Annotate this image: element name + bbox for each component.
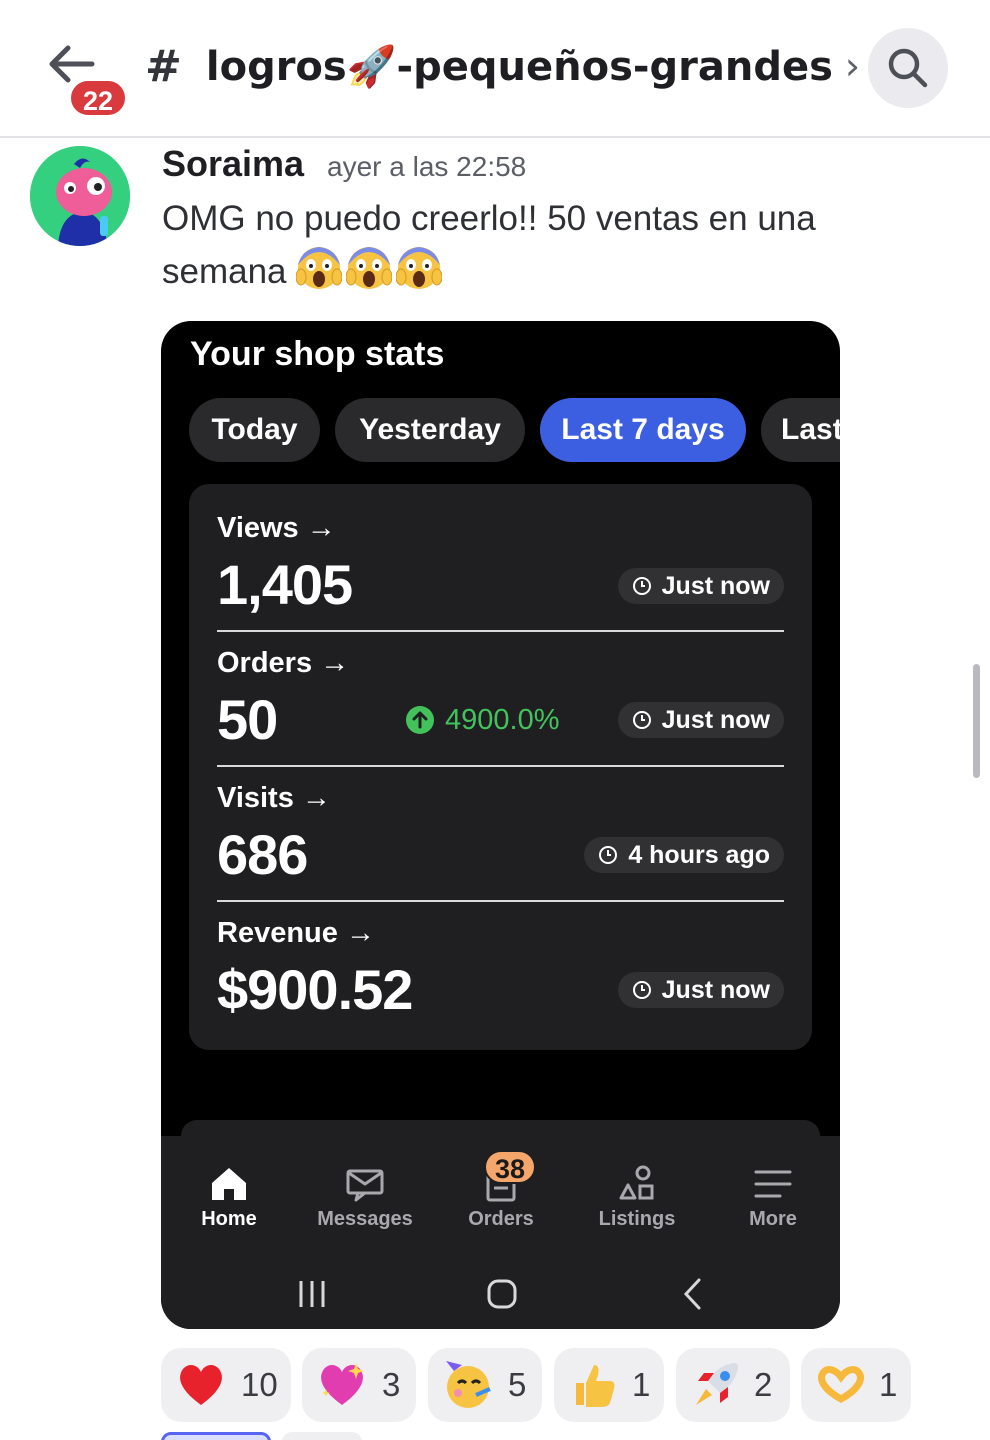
- visits-value: 686: [217, 823, 308, 886]
- author-avatar[interactable]: [30, 146, 130, 246]
- search-icon: [888, 48, 928, 88]
- add-reaction-peek[interactable]: [161, 1432, 271, 1440]
- recent-apps-icon: [299, 1281, 325, 1307]
- revenue-value: $900.52: [217, 958, 413, 1021]
- nav-home: Home: [161, 1136, 297, 1256]
- reaction-partying-face[interactable]: 5: [428, 1348, 542, 1422]
- sparkling-heart-icon: [321, 1363, 364, 1405]
- red-heart-icon: [180, 1365, 222, 1405]
- visits-updated-badge: 4 hours ago: [584, 837, 784, 873]
- avatar-illustration: [30, 146, 130, 246]
- home-icon: [212, 1168, 246, 1200]
- divider: [217, 900, 784, 902]
- reaction-heart-hands[interactable]: 1: [801, 1348, 911, 1422]
- nav-messages-label: Messages: [317, 1208, 413, 1230]
- views-updated-badge: Just now: [617, 568, 784, 604]
- nav-listings-label: Listings: [598, 1208, 676, 1230]
- channel-title[interactable]: # logros🚀-pequeños-grandes ›: [145, 36, 860, 96]
- revenue-updated-text: Just now: [661, 976, 770, 1004]
- nav-messages: Messages: [297, 1136, 433, 1256]
- orders-count-badge: 38: [484, 1150, 536, 1184]
- scream-emoji-icon: [396, 247, 443, 289]
- message-text: OMG no puedo creerlo!! 50 ventas en una …: [162, 192, 922, 298]
- orders-updated-badge: Just now: [617, 702, 784, 738]
- rocket-icon: [696, 1363, 738, 1405]
- reaction-count: 2: [754, 1366, 773, 1403]
- reaction-rocket[interactable]: 2: [676, 1348, 790, 1422]
- home-circle-icon: [487, 1279, 517, 1309]
- nav-orders-label: Orders: [468, 1208, 534, 1230]
- author-name[interactable]: Soraima: [162, 143, 304, 185]
- nav-home-label: Home: [201, 1208, 257, 1230]
- messages-icon: [346, 1169, 384, 1202]
- divider: [217, 765, 784, 767]
- search-button[interactable]: [868, 28, 948, 108]
- reaction-count: 5: [508, 1366, 527, 1403]
- divider: [217, 630, 784, 632]
- revenue-updated-badge: Just now: [617, 972, 784, 1008]
- visits-label: Visits →: [217, 782, 331, 814]
- app-bottom-nav: Home Messages Orders Listings More 38: [161, 1136, 840, 1263]
- views-label: Views →: [217, 512, 336, 544]
- revenue-label: Revenue →: [217, 917, 375, 949]
- stats-card: Views → 1,405 Just now Orders → 50 4900.…: [189, 484, 812, 1050]
- message-body: OMG no puedo creerlo!! 50 ventas en una …: [162, 199, 816, 291]
- orders-value: 50: [217, 688, 278, 751]
- shop-stats-title: Your shop stats: [190, 335, 445, 373]
- reaction-count: 1: [632, 1366, 651, 1403]
- reaction-red-heart[interactable]: 10: [161, 1348, 291, 1422]
- arrow-up-circle-icon: [406, 706, 434, 734]
- listings-icon: [619, 1165, 654, 1200]
- orders-change-text: 4900.0%: [445, 704, 560, 736]
- reaction-count: 3: [382, 1366, 401, 1403]
- message-timestamp: ayer a las 22:58: [327, 151, 527, 182]
- reaction-count: 1: [879, 1366, 898, 1403]
- channel-name: logros🚀-pequeños-grandes: [205, 43, 833, 90]
- reaction-thumbs-up[interactable]: 1: [554, 1348, 664, 1422]
- scream-emoji-icon: [296, 247, 343, 289]
- scream-emoji-icon: [346, 247, 393, 289]
- scrollbar[interactable]: [973, 664, 980, 778]
- nav-listings: Listings: [569, 1136, 705, 1256]
- attached-image[interactable]: Your shop stats Today Yesterday Last 7 d…: [161, 321, 840, 1329]
- reaction-sparkling-heart[interactable]: 3: [302, 1348, 416, 1422]
- tab-last-7-days: Last 7 days: [540, 398, 746, 462]
- hashtag-icon: #: [145, 40, 182, 92]
- nav-more: More: [705, 1136, 840, 1256]
- thumbs-up-icon: [576, 1365, 615, 1407]
- clock-icon: [632, 577, 651, 595]
- orders-change: 4900.0%: [405, 704, 560, 736]
- orders-label: Orders →: [217, 647, 350, 679]
- channel-header: 22 # logros🚀-pequeños-grandes ›: [0, 0, 990, 138]
- unread-badge: 22: [68, 78, 128, 118]
- chevron-right-icon: ›: [844, 44, 861, 88]
- views-updated-text: Just now: [661, 572, 770, 600]
- clock-icon: [599, 846, 618, 864]
- tab-today: Today: [189, 398, 320, 462]
- menu-icon: [754, 1170, 792, 1198]
- orders-updated-text: Just now: [661, 706, 770, 734]
- heart-hands-icon: [818, 1366, 864, 1404]
- views-value: 1,405: [217, 553, 353, 616]
- tab-last-partial: Last: [761, 398, 840, 462]
- nav-more-label: More: [749, 1208, 797, 1230]
- clock-icon: [632, 711, 651, 729]
- partying-face-icon: [446, 1361, 491, 1408]
- reaction-peek[interactable]: [282, 1432, 362, 1440]
- visits-updated-text: 4 hours ago: [628, 841, 770, 869]
- system-back-icon: [683, 1278, 701, 1310]
- android-system-nav: [161, 1263, 840, 1329]
- clock-icon: [632, 981, 651, 999]
- tab-yesterday: Yesterday: [335, 398, 525, 462]
- reaction-count: 10: [241, 1366, 278, 1403]
